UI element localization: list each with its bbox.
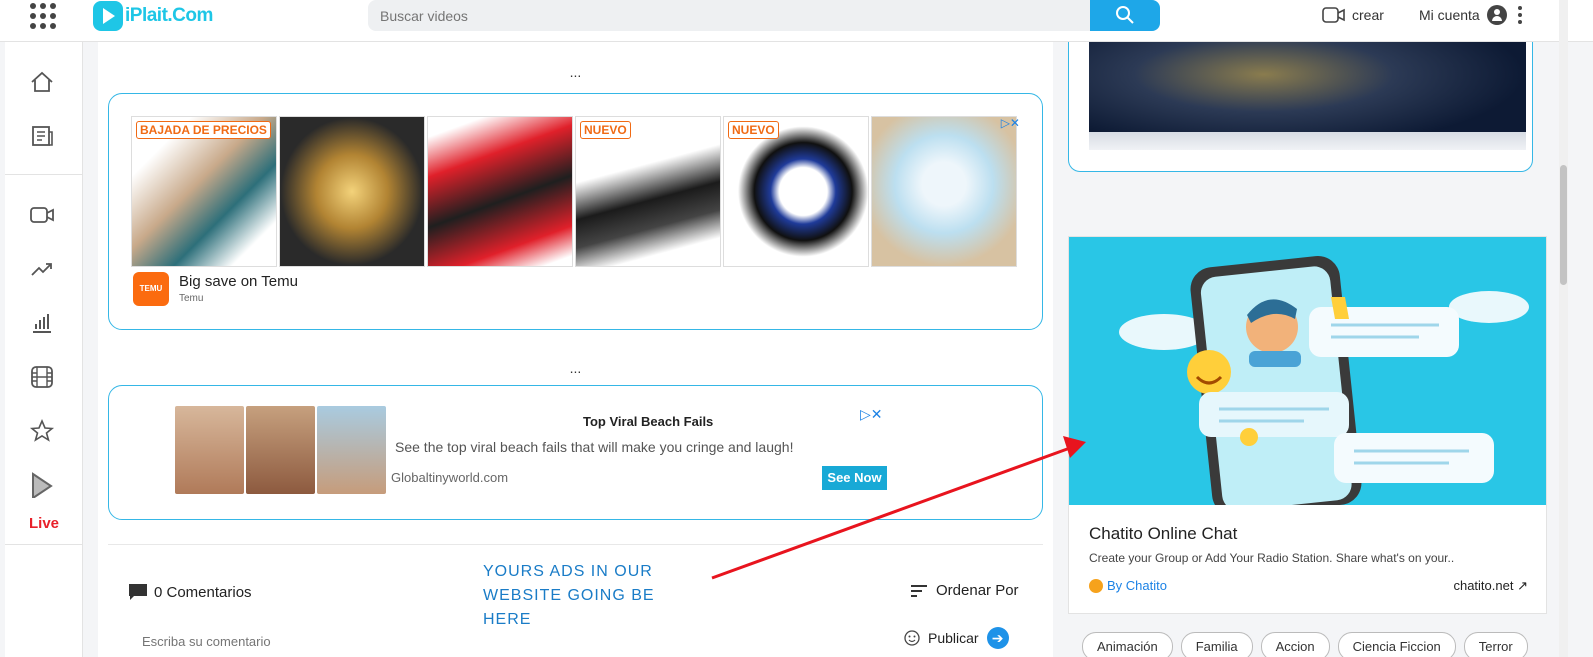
chatito-by[interactable]: By Chatito — [1089, 578, 1167, 593]
apps-grid-icon[interactable] — [30, 3, 56, 29]
film-icon[interactable] — [29, 364, 55, 390]
account-menu[interactable]: Mi cuenta — [1419, 5, 1522, 25]
news-icon[interactable] — [29, 123, 55, 149]
comments-count: 0 Comentarios — [128, 583, 252, 601]
product-tile-ring[interactable]: NUEVO — [723, 116, 869, 267]
tag-familia[interactable]: Familia — [1180, 632, 1253, 657]
product-tile-bracelet[interactable] — [279, 116, 425, 267]
search-input[interactable] — [368, 0, 1090, 31]
comment-input[interactable] — [142, 634, 442, 649]
video-icon[interactable] — [29, 202, 55, 228]
search-icon — [1116, 6, 1134, 24]
search-button[interactable] — [1090, 0, 1160, 31]
main-content: ... BAJADA DE PRECIOS NUEVO NUEVO ▷✕ TEM… — [98, 42, 1053, 657]
sidebar: Live — [5, 42, 83, 657]
sort-button[interactable]: Ordenar Por — [910, 582, 1019, 599]
ad-image[interactable] — [317, 406, 386, 494]
create-button[interactable]: crear — [1322, 5, 1384, 25]
product-tiles: BAJADA DE PRECIOS NUEVO NUEVO — [131, 116, 1017, 267]
divider — [108, 544, 1043, 545]
product-tile-jump-starter[interactable] — [427, 116, 573, 267]
right-column: Chatito Online Chat Create your Group or… — [1054, 42, 1559, 657]
tag-animacion[interactable]: Animación — [1082, 632, 1173, 657]
sidebar-divider — [5, 174, 83, 175]
temu-logo: TEMU — [133, 272, 169, 306]
world-map-image — [1089, 42, 1526, 150]
emoji-icon[interactable] — [904, 630, 920, 646]
adchoices-icon[interactable]: ▷✕ — [860, 406, 883, 423]
adchoices-icon[interactable]: ▷✕ — [1001, 116, 1020, 130]
logo-text: iPlait.Com — [125, 5, 213, 26]
tile-badge: NUEVO — [580, 121, 631, 139]
ad-image[interactable] — [175, 406, 244, 494]
tag-terror[interactable]: Terror — [1463, 632, 1528, 657]
top-bar: iPlait.Com crear Mi cuenta — [0, 0, 1593, 42]
ad-label-dots: ... — [569, 360, 582, 376]
publish-label: Publicar — [928, 630, 979, 646]
external-link-icon: ↗ — [1517, 578, 1528, 593]
tile-badge: NUEVO — [728, 121, 779, 139]
comment-icon — [129, 584, 147, 600]
chatito-description: Create your Group or Add Your Radio Stat… — [1089, 551, 1455, 565]
temu-ad[interactable]: BAJADA DE PRECIOS NUEVO NUEVO ▷✕ TEMU Bi… — [108, 93, 1043, 330]
star-icon[interactable] — [29, 418, 55, 444]
chatito-ad[interactable]: Chatito Online Chat Create your Group or… — [1068, 236, 1547, 614]
annotation-text: YOURS ADS IN OUR WEBSITE GOING BE HERE — [483, 563, 655, 628]
logo-play-icon — [93, 1, 123, 31]
chatito-logo-icon — [1089, 578, 1103, 593]
chatito-domain[interactable]: chatito.net ↗ — [1453, 578, 1528, 594]
tag-accion[interactable]: Accion — [1260, 632, 1330, 657]
ad-subtitle: Temu — [179, 293, 204, 304]
ad-title[interactable]: Big save on Temu — [179, 273, 298, 290]
sort-label: Ordenar Por — [936, 582, 1019, 599]
category-tags: Animación Familia Accion Ciencia Ficcion… — [1082, 632, 1528, 657]
chart-icon[interactable] — [29, 310, 55, 336]
sort-icon — [911, 584, 927, 597]
ad-domain: Globaltinyworld.com — [391, 470, 509, 485]
product-tile-sneaker[interactable]: BAJADA DE PRECIOS — [131, 116, 277, 267]
ad-title[interactable]: Top Viral Beach Fails — [583, 414, 713, 429]
avatar-icon — [1486, 5, 1507, 25]
ad-image[interactable] — [246, 406, 315, 494]
account-label: Mi cuenta — [1419, 7, 1480, 23]
live-label[interactable]: Live — [29, 515, 59, 532]
publish-button[interactable]: Publicar ➔ — [904, 627, 1009, 649]
more-options-icon[interactable] — [1517, 6, 1522, 24]
search-bar — [368, 0, 1160, 31]
sidebar-divider-bottom — [5, 544, 83, 545]
chatito-domain-label: chatito.net — [1453, 578, 1514, 593]
create-label: crear — [1352, 7, 1384, 23]
ad-label-dots: ... — [569, 64, 582, 80]
chatito-ad-image[interactable] — [1069, 237, 1546, 505]
scrollbar-thumb[interactable] — [1560, 165, 1567, 285]
chatito-by-label: By Chatito — [1107, 578, 1167, 593]
ad-description: See the top viral beach fails that will … — [395, 439, 794, 455]
map-widget[interactable] — [1068, 42, 1533, 172]
chatito-title[interactable]: Chatito Online Chat — [1089, 524, 1237, 544]
home-icon[interactable] — [29, 69, 55, 95]
see-now-button[interactable]: See Now — [822, 466, 887, 490]
logo[interactable]: iPlait.Com — [93, 0, 213, 32]
trending-icon[interactable] — [29, 256, 55, 282]
page-scrollbar[interactable] — [1559, 0, 1568, 657]
ad-images — [175, 406, 386, 494]
play-icon[interactable] — [29, 472, 55, 498]
video-camera-icon — [1322, 7, 1345, 23]
chat-illustration — [1119, 256, 1529, 505]
beach-fails-ad[interactable]: Top Viral Beach Fails See the top viral … — [108, 385, 1043, 520]
comments-label: 0 Comentarios — [154, 583, 252, 601]
product-tile-shoe[interactable]: NUEVO — [575, 116, 721, 267]
tile-badge: BAJADA DE PRECIOS — [136, 121, 271, 139]
tag-ciencia-ficcion[interactable]: Ciencia Ficcion — [1337, 632, 1456, 657]
send-arrow-icon[interactable]: ➔ — [986, 627, 1009, 649]
product-tile-dog-raincoat[interactable] — [871, 116, 1017, 267]
